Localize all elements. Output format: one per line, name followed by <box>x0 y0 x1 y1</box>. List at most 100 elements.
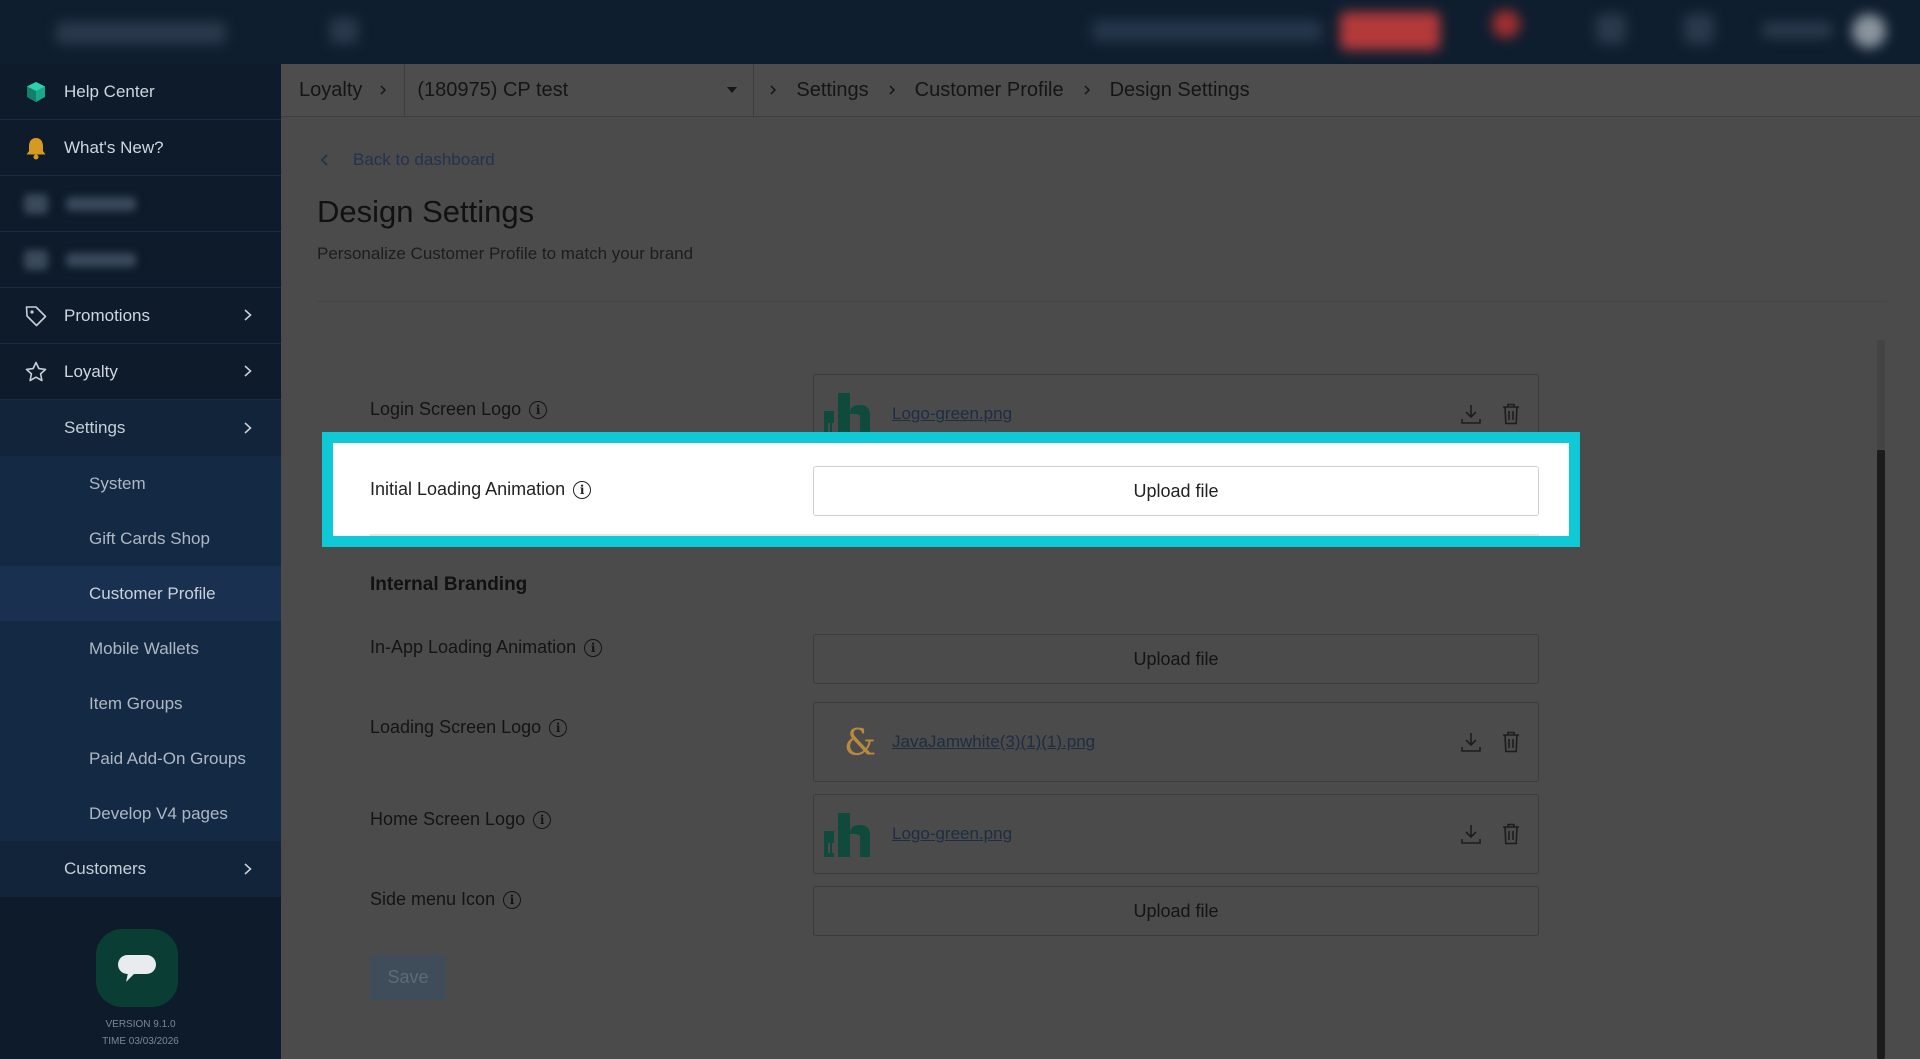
main-content: Loyalty (180975) CP test Settings Custom… <box>281 63 1920 1059</box>
save-button[interactable]: Save <box>370 955 446 1000</box>
info-icon[interactable]: i <box>584 638 603 657</box>
time-label: TIME 03/03/2026 <box>102 1036 179 1047</box>
row-label-text: Initial Loading Animation <box>370 479 566 499</box>
divider <box>370 534 1539 536</box>
side-menu-icon-upload-button[interactable]: Upload file <box>813 886 1539 936</box>
sidebar-item-mobile-wallets[interactable]: Mobile Wallets <box>0 621 281 676</box>
sidebar-item-customers[interactable]: Customers <box>0 841 281 897</box>
breadcrumb-settings[interactable]: Settings <box>796 79 868 102</box>
sidebar-item-paid-add-on-groups[interactable]: Paid Add-On Groups <box>0 731 281 786</box>
top-bar <box>0 0 1920 64</box>
section-title-internal-branding: Internal Branding <box>370 574 528 595</box>
search-field[interactable] <box>1092 20 1322 42</box>
divider <box>317 301 1887 302</box>
info-icon[interactable]: i <box>549 718 568 737</box>
sidebar-item-system[interactable]: System <box>0 456 281 511</box>
chevron-right-icon <box>244 365 252 377</box>
sidebar-footer: VERSION 9.1.0 TIME 03/03/2026 <box>0 919 281 1059</box>
chat-button[interactable] <box>96 929 178 1007</box>
svg-text:&: & <box>844 723 876 764</box>
file-actions <box>1458 703 1524 781</box>
sidebar-item-label: What's New? <box>64 137 164 157</box>
sidebar-item-loyalty[interactable]: Loyalty <box>0 344 281 400</box>
in-app-loading-animation-upload-button[interactable]: Upload file <box>813 634 1539 684</box>
breadcrumb-loyalty[interactable]: Loyalty <box>299 79 362 102</box>
notification-icon[interactable] <box>1492 10 1520 38</box>
toolbar-icon[interactable] <box>1596 14 1626 44</box>
sidebar-item-whats-new[interactable]: What's New? <box>0 120 281 176</box>
sidebar-item-hidden[interactable] <box>0 232 281 288</box>
delete-icon[interactable] <box>1498 729 1524 755</box>
caret-down-icon <box>727 86 738 93</box>
page-title: Design Settings <box>317 194 535 229</box>
user-name[interactable] <box>1762 22 1832 38</box>
chevron-right-icon <box>380 85 387 95</box>
download-icon[interactable] <box>1458 729 1484 755</box>
tag-icon <box>24 304 48 328</box>
delete-icon[interactable] <box>1498 401 1524 427</box>
sidebar: Help Center What's New? Promotions Loyal… <box>0 64 281 1059</box>
alert-button[interactable] <box>1340 12 1440 50</box>
file-actions <box>1458 795 1524 873</box>
delete-icon[interactable] <box>1498 821 1524 847</box>
row-label-text: Side menu Icon <box>370 889 496 909</box>
row-label-text: In-App Loading Animation <box>370 637 577 657</box>
sidebar-item-label: Develop V4 pages <box>89 803 228 823</box>
sidebar-item-help-center[interactable]: Help Center <box>0 64 281 120</box>
sidebar-item-settings[interactable]: Settings <box>0 400 281 456</box>
row-label-text: Loading Screen Logo <box>370 717 542 737</box>
star-icon <box>24 360 48 384</box>
chevron-right-icon <box>244 863 252 875</box>
sidebar-item-label: Help Center <box>64 81 155 101</box>
location-select[interactable]: (180975) CP test <box>404 63 755 117</box>
info-icon[interactable]: i <box>503 890 522 909</box>
download-icon[interactable] <box>1458 401 1484 427</box>
sidebar-item-label: Promotions <box>64 305 150 325</box>
avatar[interactable] <box>1852 14 1886 48</box>
back-link-label: Back to dashboard <box>353 150 495 169</box>
initial-loading-animation-upload-button[interactable]: Upload file <box>813 466 1539 516</box>
home-screen-logo-file: Logo-green.png <box>813 794 1539 874</box>
sidebar-item-label: Settings <box>64 418 126 437</box>
brand-logo <box>56 22 226 44</box>
sidebar-item-gift-cards-shop[interactable]: Gift Cards Shop <box>0 511 281 566</box>
version-label: VERSION 9.1.0 <box>105 1019 176 1030</box>
sidebar-item-label: Customer Profile <box>89 583 216 603</box>
chevron-right-icon <box>244 422 252 434</box>
sidebar-item-customer-profile[interactable]: Customer Profile <box>0 566 281 621</box>
bell-icon <box>24 136 48 160</box>
sidebar-item-promotions[interactable]: Promotions <box>0 288 281 344</box>
info-icon[interactable]: i <box>529 400 548 419</box>
login-screen-logo-label: Login Screen Logo i <box>370 399 548 420</box>
sidebar-item-hidden[interactable] <box>0 176 281 232</box>
info-icon[interactable]: i <box>533 810 552 829</box>
loading-screen-logo-file: & JavaJamwhite(3)(1)(1).png <box>813 702 1539 782</box>
row-label-text: Login Screen Logo <box>370 399 522 419</box>
chevron-right-icon <box>1084 85 1090 95</box>
sidebar-item-label: Mobile Wallets <box>89 638 199 658</box>
scrollbar-thumb[interactable] <box>1877 450 1885 1059</box>
home-screen-logo-label: Home Screen Logo i <box>370 809 552 830</box>
download-icon[interactable] <box>1458 821 1484 847</box>
toolbar-icon[interactable] <box>1684 14 1714 44</box>
chevron-right-icon <box>770 85 777 95</box>
sidebar-item-label: Loyalty <box>64 361 118 381</box>
sidebar-item-item-groups[interactable]: Item Groups <box>0 676 281 731</box>
loading-screen-logo-label: Loading Screen Logo i <box>370 717 568 738</box>
help-center-icon <box>24 80 48 104</box>
menu-icon[interactable] <box>330 18 358 44</box>
info-icon[interactable]: i <box>573 480 592 499</box>
breadcrumb: Loyalty (180975) CP test Settings Custom… <box>281 63 1920 117</box>
initial-loading-animation-label: Initial Loading Animation i <box>370 479 592 500</box>
file-link[interactable]: JavaJamwhite(3)(1)(1).png <box>892 703 1095 781</box>
page-subtitle: Personalize Customer Profile to match yo… <box>317 244 694 263</box>
row-label-text: Home Screen Logo <box>370 809 526 829</box>
back-to-dashboard-link[interactable]: Back to dashboard <box>319 150 495 170</box>
sidebar-item-develop-v4-pages[interactable]: Develop V4 pages <box>0 786 281 841</box>
breadcrumb-customer-profile[interactable]: Customer Profile <box>915 79 1064 102</box>
sidebar-item-label: Paid Add-On Groups <box>89 748 246 768</box>
file-link[interactable]: Logo-green.png <box>892 795 1012 873</box>
chevron-right-icon <box>244 309 252 321</box>
chevron-left-icon <box>320 154 328 166</box>
chat-icon <box>118 955 156 982</box>
